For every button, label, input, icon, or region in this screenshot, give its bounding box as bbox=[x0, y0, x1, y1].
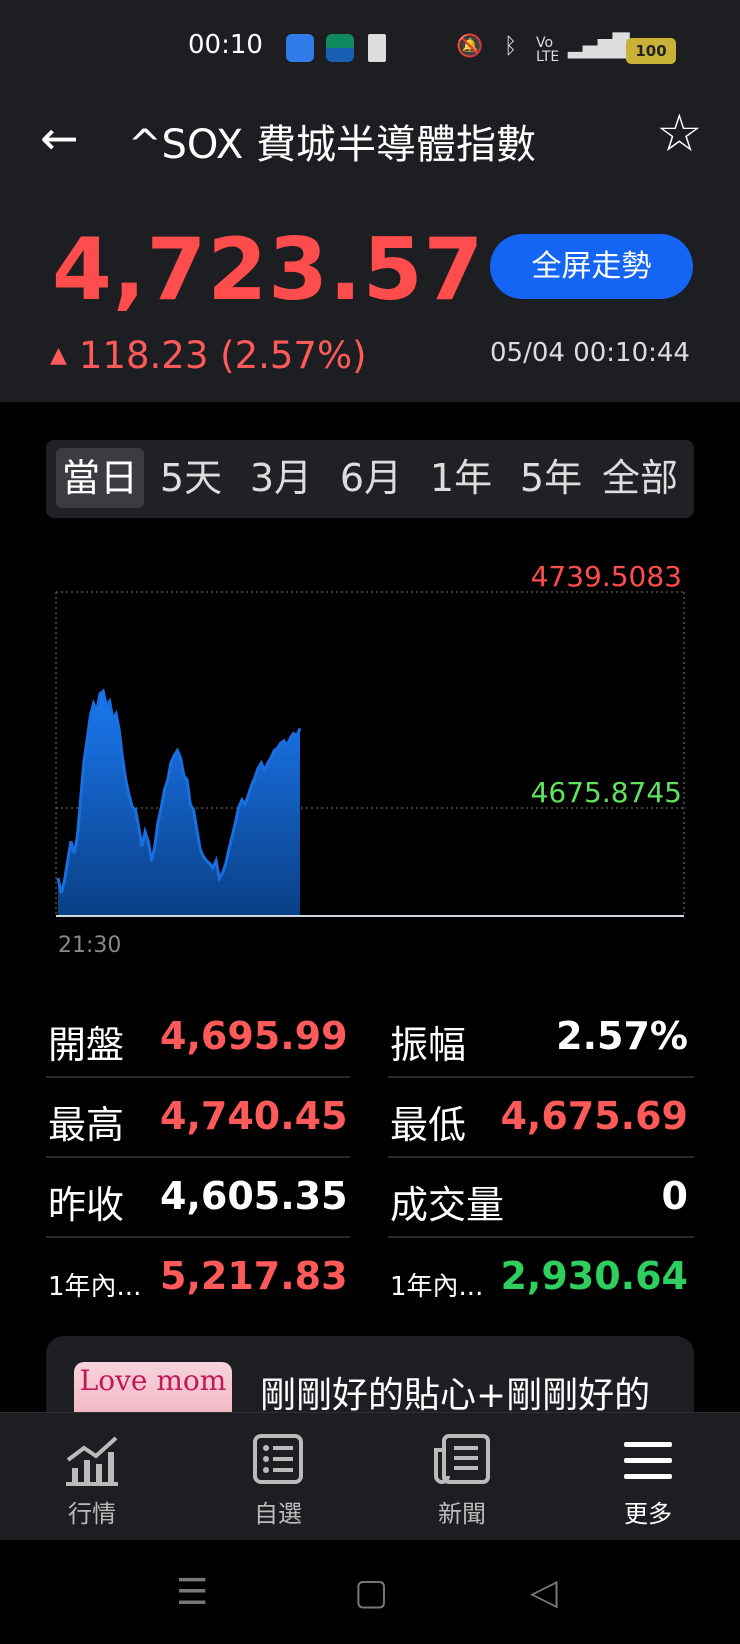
back-arrow-icon[interactable]: ← bbox=[40, 115, 79, 161]
high-label: 4739.5083 bbox=[531, 560, 682, 593]
familymart-app-icon bbox=[326, 34, 354, 62]
nav-item-watchlist[interactable]: 自選 bbox=[218, 1430, 338, 1529]
divider bbox=[46, 1076, 350, 1078]
news-icon bbox=[434, 1434, 490, 1484]
tab-5-years[interactable]: 5年 bbox=[508, 448, 594, 508]
stat-value-amplitude: 2.57% bbox=[556, 1014, 688, 1058]
ad-image[interactable]: Love mom bbox=[74, 1362, 232, 1416]
intraday-chart[interactable]: 4739.5083 4675.8745 21:30 bbox=[0, 550, 740, 970]
x-start-label: 21:30 bbox=[58, 933, 121, 958]
mute-icon: 🔕 bbox=[456, 34, 484, 59]
price-change-value: 118.23 (2.57%) bbox=[78, 334, 367, 377]
nav-label-news: 新聞 bbox=[438, 1500, 486, 1528]
price-change: ▲ 118.23 (2.57%) bbox=[50, 334, 367, 377]
stat-label-52w-low: 1年內... bbox=[390, 1272, 484, 1302]
tab-3-months[interactable]: 3月 bbox=[238, 448, 324, 508]
quote-timestamp: 05/04 00:10:44 bbox=[490, 338, 690, 368]
stat-value-open: 4,695.99 bbox=[160, 1014, 348, 1058]
volte-icon: Vo LTE bbox=[536, 35, 560, 65]
tab-5-days[interactable]: 5天 bbox=[148, 448, 234, 508]
nav-label-watchlist: 自選 bbox=[254, 1500, 302, 1528]
tab-1-year[interactable]: 1年 bbox=[418, 448, 504, 508]
up-triangle-icon: ▲ bbox=[50, 343, 67, 368]
divider bbox=[388, 1156, 694, 1158]
menu-icon bbox=[624, 1442, 672, 1479]
bluetooth-icon: ᛒ bbox=[504, 34, 518, 59]
nav-label-more: 更多 bbox=[624, 1500, 672, 1528]
low-label: 4675.8745 bbox=[531, 776, 682, 809]
tab-6-months[interactable]: 6月 bbox=[328, 448, 414, 508]
stat-value-high: 4,740.45 bbox=[160, 1094, 348, 1138]
page-title: ^SOX 費城半導體指數 bbox=[128, 122, 536, 168]
watchlist-icon bbox=[253, 1434, 303, 1484]
status-time: 00:10 bbox=[188, 30, 263, 60]
nav-item-market[interactable]: 行情 bbox=[32, 1430, 152, 1529]
nav-label-market: 行情 bbox=[68, 1500, 116, 1528]
price-area bbox=[58, 691, 300, 916]
home-icon[interactable]: ▢ bbox=[354, 1572, 388, 1613]
tab-intraday[interactable]: 當日 bbox=[56, 448, 144, 508]
stat-label-low: 最低 bbox=[390, 1103, 467, 1147]
stat-label-52w-high: 1年內... bbox=[48, 1272, 142, 1302]
stat-label-high: 最高 bbox=[48, 1103, 125, 1147]
stat-label-open: 開盤 bbox=[48, 1023, 125, 1067]
nav-item-news[interactable]: 新聞 bbox=[402, 1430, 522, 1529]
nav-item-more[interactable]: 更多 bbox=[588, 1430, 708, 1529]
stat-value-52w-low: 2,930.64 bbox=[500, 1254, 688, 1298]
fullscreen-chart-button[interactable]: 全屏走勢 bbox=[490, 234, 693, 299]
recent-apps-icon[interactable]: ☰ bbox=[176, 1572, 208, 1613]
stat-label-amplitude: 振幅 bbox=[390, 1023, 467, 1067]
ad-text[interactable]: 剛剛好的貼心+剛剛好的 bbox=[260, 1366, 650, 1418]
divider bbox=[46, 1156, 350, 1158]
tab-all[interactable]: 全部 bbox=[594, 448, 686, 508]
stat-label-prev-close: 昨收 bbox=[48, 1183, 125, 1227]
divider bbox=[46, 1236, 350, 1238]
divider bbox=[388, 1236, 694, 1238]
android-app-icon bbox=[286, 34, 314, 62]
battery-icon: 100 bbox=[626, 38, 676, 64]
favorite-star-icon[interactable]: ☆ bbox=[656, 108, 703, 160]
stat-value-prev-close: 4,605.35 bbox=[160, 1174, 348, 1218]
divider bbox=[388, 1076, 694, 1078]
stat-value-volume: 0 bbox=[661, 1174, 688, 1218]
stat-value-52w-high: 5,217.83 bbox=[160, 1254, 348, 1298]
current-price: 4,723.57 bbox=[52, 220, 485, 320]
stat-value-low: 4,675.69 bbox=[500, 1094, 688, 1138]
4g-signal-icon: ▂▄▆█ bbox=[568, 34, 630, 59]
door-app-icon bbox=[368, 34, 386, 62]
back-triangle-icon[interactable]: ◁ bbox=[530, 1572, 558, 1613]
chart-icon bbox=[66, 1436, 118, 1486]
stat-label-volume: 成交量 bbox=[390, 1183, 505, 1227]
